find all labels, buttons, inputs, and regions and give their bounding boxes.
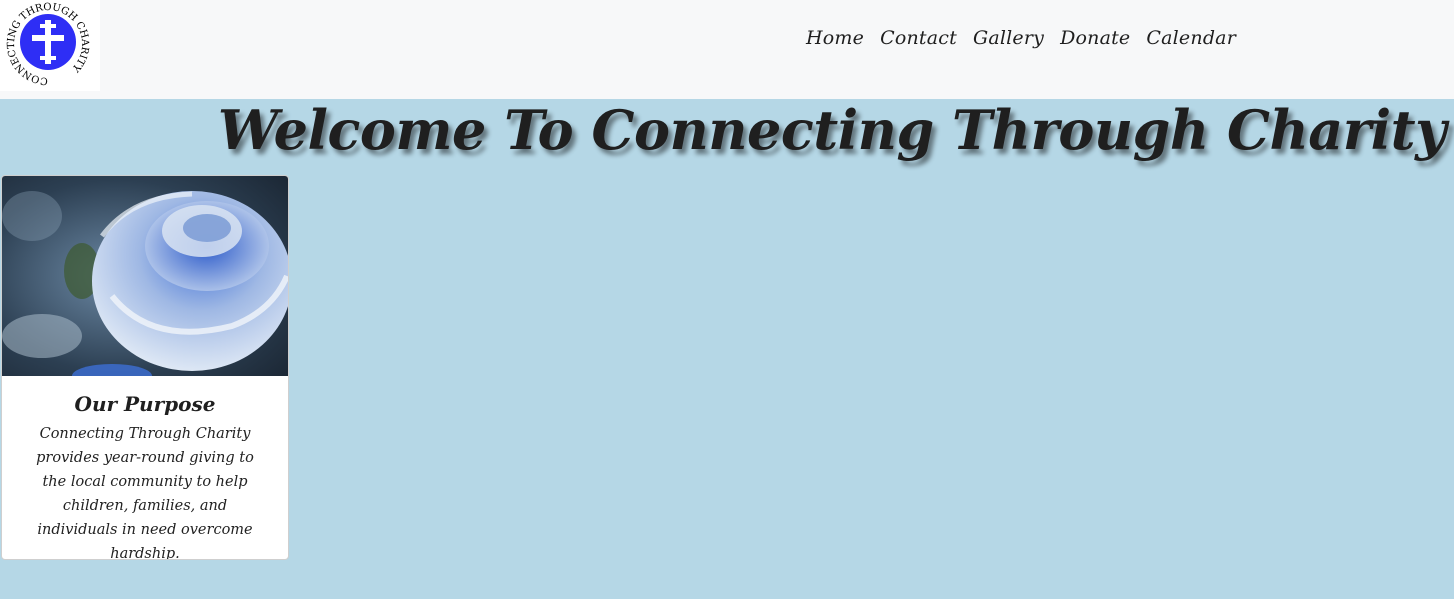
nav-home[interactable]: Home [806, 27, 864, 49]
main-nav: Home Contact Gallery Donate Calendar [806, 27, 1252, 49]
nav-calendar[interactable]: Calendar [1146, 27, 1236, 49]
card-text: Connecting Through Charity provides year… [36, 426, 254, 560]
blue-rose-image [2, 176, 288, 376]
logo-emblem-icon: CONNECTING THROUGH CHARITY [6, 2, 90, 86]
nav-contact[interactable]: Contact [880, 27, 957, 49]
card-title: Our Purpose [74, 392, 216, 416]
site-logo[interactable]: CONNECTING THROUGH CHARITY [0, 0, 100, 91]
nav-donate[interactable]: Donate [1060, 27, 1130, 49]
navbar: CONNECTING THROUGH CHARITY Home Contact … [0, 0, 1454, 99]
purpose-card: Our Purpose Connecting Through Charity p… [1, 175, 289, 560]
hero-title: Welcome To Connecting Through Charity [217, 98, 1447, 162]
nav-gallery[interactable]: Gallery [973, 27, 1044, 49]
